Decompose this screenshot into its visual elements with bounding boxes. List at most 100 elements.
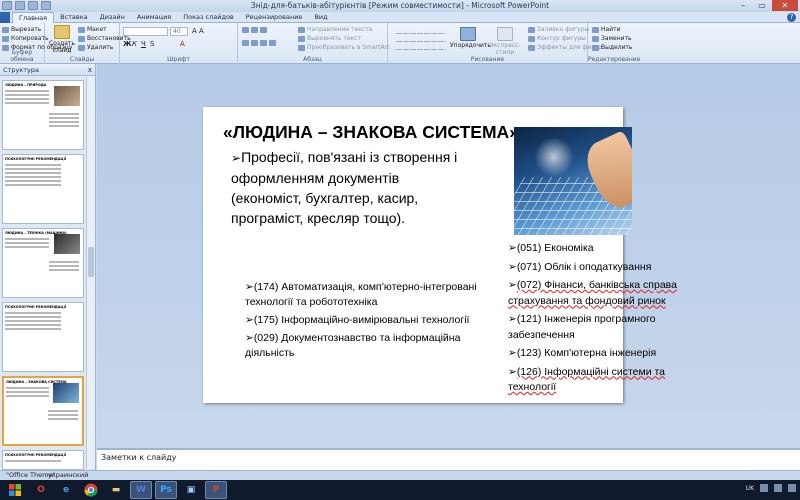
- replace-icon: [592, 35, 599, 42]
- slide-thumbnail[interactable]: ЛЮДИНА – ТЕХНІКА (МАШИНА): [2, 228, 84, 298]
- copy-icon: [2, 35, 9, 42]
- thumbnail-image: [53, 383, 79, 403]
- notes-placeholder: Заметки к слайду: [101, 453, 177, 462]
- layout-button[interactable]: Макет: [78, 26, 107, 33]
- panel-header: Структура x: [0, 64, 95, 76]
- arrange-button[interactable]: Упорядочить: [450, 27, 491, 49]
- status-bar: "Office Theme" украинский: [0, 470, 800, 480]
- minimize-button[interactable]: –: [734, 0, 752, 11]
- list-item: ➢(123) Комп'ютерна інженерія: [508, 347, 657, 359]
- group-label: Буфер обмена: [10, 49, 34, 63]
- effects-icon: [528, 44, 535, 51]
- delete-button[interactable]: Удалить: [78, 44, 113, 51]
- keyboard-photo: [514, 127, 632, 235]
- slide-thumbnail[interactable]: ПСИХОЛОГІЧНІ РЕКОМЕНДАЦІЇ: [2, 302, 84, 372]
- notes-pane[interactable]: Заметки к слайду: [97, 448, 800, 470]
- volume-icon[interactable]: [788, 484, 796, 492]
- smartart-icon: [298, 44, 305, 51]
- cut-button[interactable]: Вырезать: [2, 26, 41, 33]
- align-text-button[interactable]: Выровнять текст: [298, 35, 361, 42]
- font-color-button[interactable]: A: [180, 40, 185, 48]
- slide-thumbnail[interactable]: ЛЮДИНА – ПРИРОДА: [2, 80, 84, 150]
- align-buttons[interactable]: [242, 40, 276, 46]
- font-size-combo[interactable]: 40: [170, 27, 188, 36]
- maximize-button[interactable]: ▭: [753, 0, 771, 11]
- quick-styles-icon: [497, 27, 513, 41]
- slide-thumbnail[interactable]: ПСИХОЛОГІЧНІ РЕКОМЕНДАЦІЇ: [2, 154, 84, 224]
- help-icon[interactable]: ?: [787, 13, 796, 22]
- slide-thumbnail-selected[interactable]: ЛЮДИНА – ЗНАКОВА СИСТЕМА: [2, 376, 84, 446]
- numbering-icon: [251, 27, 258, 33]
- arrange-icon: [460, 27, 476, 41]
- close-button[interactable]: ✕: [772, 0, 798, 11]
- shape-fill-button[interactable]: Заливка фигуры: [528, 26, 589, 33]
- justify-icon: [269, 40, 276, 46]
- grow-font-icon[interactable]: A A: [192, 27, 204, 35]
- reset-icon: [78, 35, 85, 42]
- slide-body-text[interactable]: ➢Професії, пов'язані із створення і офор…: [231, 147, 461, 228]
- scrollbar-thumb[interactable]: [88, 247, 94, 277]
- strike-button[interactable]: S: [150, 40, 154, 48]
- slide-title[interactable]: «ЛЮДИНА – ЗНАКОВА СИСТЕМА»: [223, 122, 519, 143]
- clipboard-group: Вырезать Копировать Формат по образцу Бу…: [0, 23, 72, 64]
- thumbnail-image: [54, 86, 80, 106]
- paragraph-group: Направление текста Выровнять текст Преоб…: [238, 23, 389, 64]
- new-slide-button[interactable]: Создать слайд: [48, 25, 76, 54]
- shape-outline-button[interactable]: Контур фигуры: [528, 35, 586, 42]
- slides-group: Создать слайд Макет Восстановить Удалить…: [45, 23, 131, 64]
- copy-button[interactable]: Копировать: [2, 35, 48, 42]
- slide-canvas[interactable]: «ЛЮДИНА – ЗНАКОВА СИСТЕМА» ➢Професії, по…: [203, 107, 677, 403]
- chrome-icon[interactable]: [80, 481, 102, 499]
- thumbnail-image: [54, 234, 80, 254]
- text-direction-icon: [298, 26, 305, 33]
- language-tray[interactable]: UK: [746, 485, 754, 492]
- arrow-bullet-icon: ➢: [231, 151, 242, 165]
- shapes-gallery[interactable]: [396, 26, 446, 50]
- taskbar: O e ▬ W Ps ▣ P UK: [0, 480, 800, 500]
- align-left-icon: [242, 40, 249, 46]
- underline-button[interactable]: Ч: [141, 40, 146, 48]
- start-button[interactable]: [4, 481, 26, 499]
- slides-panel: Структура x ЛЮДИНА – ПРИРОДА ПСИХОЛОГІЧН…: [0, 64, 96, 470]
- bullets-button[interactable]: [242, 27, 267, 33]
- slide-thumbnail[interactable]: ПСИХОЛОГІЧНІ РЕКОМЕНДАЦІЇ: [2, 450, 84, 470]
- replace-button[interactable]: Заменить: [592, 35, 632, 42]
- system-tray: UK: [746, 484, 796, 492]
- bold-button[interactable]: Ж: [123, 40, 132, 48]
- flag-icon[interactable]: [760, 484, 768, 492]
- ie-icon[interactable]: e: [55, 481, 77, 499]
- text-direction-button[interactable]: Направление текста: [298, 26, 372, 33]
- select-icon: [592, 44, 599, 51]
- editing-group: Найти Заменить Выделить Редактирование: [588, 23, 640, 64]
- powerpoint-icon[interactable]: P: [205, 481, 227, 499]
- word-icon[interactable]: W: [130, 481, 152, 499]
- font-name-combo[interactable]: [123, 27, 168, 36]
- photoshop-icon[interactable]: Ps: [155, 481, 177, 499]
- align-center-icon: [251, 40, 258, 46]
- list-item: ➢(126) Інформаційні системи та технологі…: [508, 365, 666, 394]
- group-label: Абзац: [303, 56, 322, 63]
- folder-icon[interactable]: ▬: [105, 481, 127, 499]
- italic-button[interactable]: К: [132, 40, 137, 48]
- group-label: Слайды: [69, 56, 95, 63]
- list-item: ➢(175) Інформаційно-вимірювальні техноло…: [245, 314, 470, 326]
- binoculars-icon: [592, 26, 599, 33]
- new-slide-icon: [54, 25, 70, 39]
- drawing-group: Упорядочить Экспресс-стили Заливка фигур…: [388, 23, 602, 64]
- specialties-list-left[interactable]: ➢(174) Автоматизація, комп’ютерно-інтегр…: [245, 280, 505, 364]
- close-panel-icon[interactable]: x: [88, 64, 92, 76]
- specialties-list-right[interactable]: ➢(051) Економіка ➢(071) Облік і оподатку…: [508, 241, 698, 399]
- language-indicator[interactable]: украинский: [48, 471, 88, 480]
- smartart-button[interactable]: Преобразовать в SmartArt: [298, 44, 389, 51]
- quick-styles-button[interactable]: Экспресс-стили: [486, 27, 524, 56]
- select-button[interactable]: Выделить: [592, 44, 632, 51]
- opera-icon[interactable]: O: [30, 481, 52, 499]
- network-icon[interactable]: [774, 484, 782, 492]
- slides-icon[interactable]: ▣: [180, 481, 202, 499]
- file-tab[interactable]: [0, 12, 10, 23]
- outline-tab[interactable]: Структура: [3, 66, 39, 74]
- list-item: ➢(071) Облік і оподаткування: [508, 260, 652, 273]
- panel-scrollbar[interactable]: [86, 77, 95, 469]
- find-button[interactable]: Найти: [592, 26, 620, 33]
- fill-icon: [528, 26, 535, 33]
